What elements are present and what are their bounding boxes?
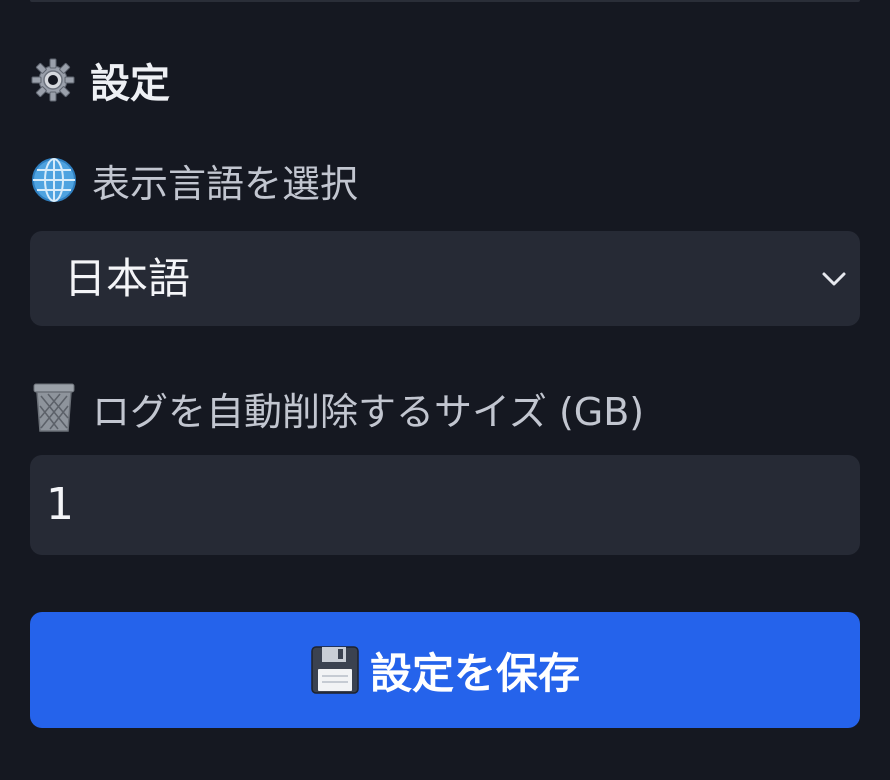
save-settings-button[interactable]: 設定を保存 — [30, 612, 860, 728]
log-size-value: 1 — [46, 479, 74, 530]
gear-icon — [30, 57, 76, 103]
language-selected-value: 日本語 — [64, 254, 191, 303]
language-label-text: 表示言語を選択 — [92, 161, 359, 206]
language-label: 表示言語を選択 — [30, 150, 358, 210]
save-button-label: 設定を保存 — [369, 648, 580, 698]
settings-title: 設定 — [90, 61, 170, 107]
wastebasket-icon — [30, 382, 78, 434]
log-size-label-text: ログを自動削除するサイズ (GB) — [92, 389, 645, 434]
log-size-label: ログを自動削除するサイズ (GB) — [30, 378, 644, 438]
floppy-disk-icon — [310, 645, 360, 695]
settings-panel: 設定 表示言語を選択 日本語 ログを自動削除するサイズ (GB) 1 設定を保存 — [30, 0, 860, 780]
settings-heading: 設定 — [30, 50, 170, 110]
chevron-down-icon — [820, 265, 848, 293]
log-size-input[interactable]: 1 — [30, 455, 860, 555]
globe-icon — [30, 156, 78, 204]
language-select[interactable]: 日本語 — [30, 231, 860, 326]
